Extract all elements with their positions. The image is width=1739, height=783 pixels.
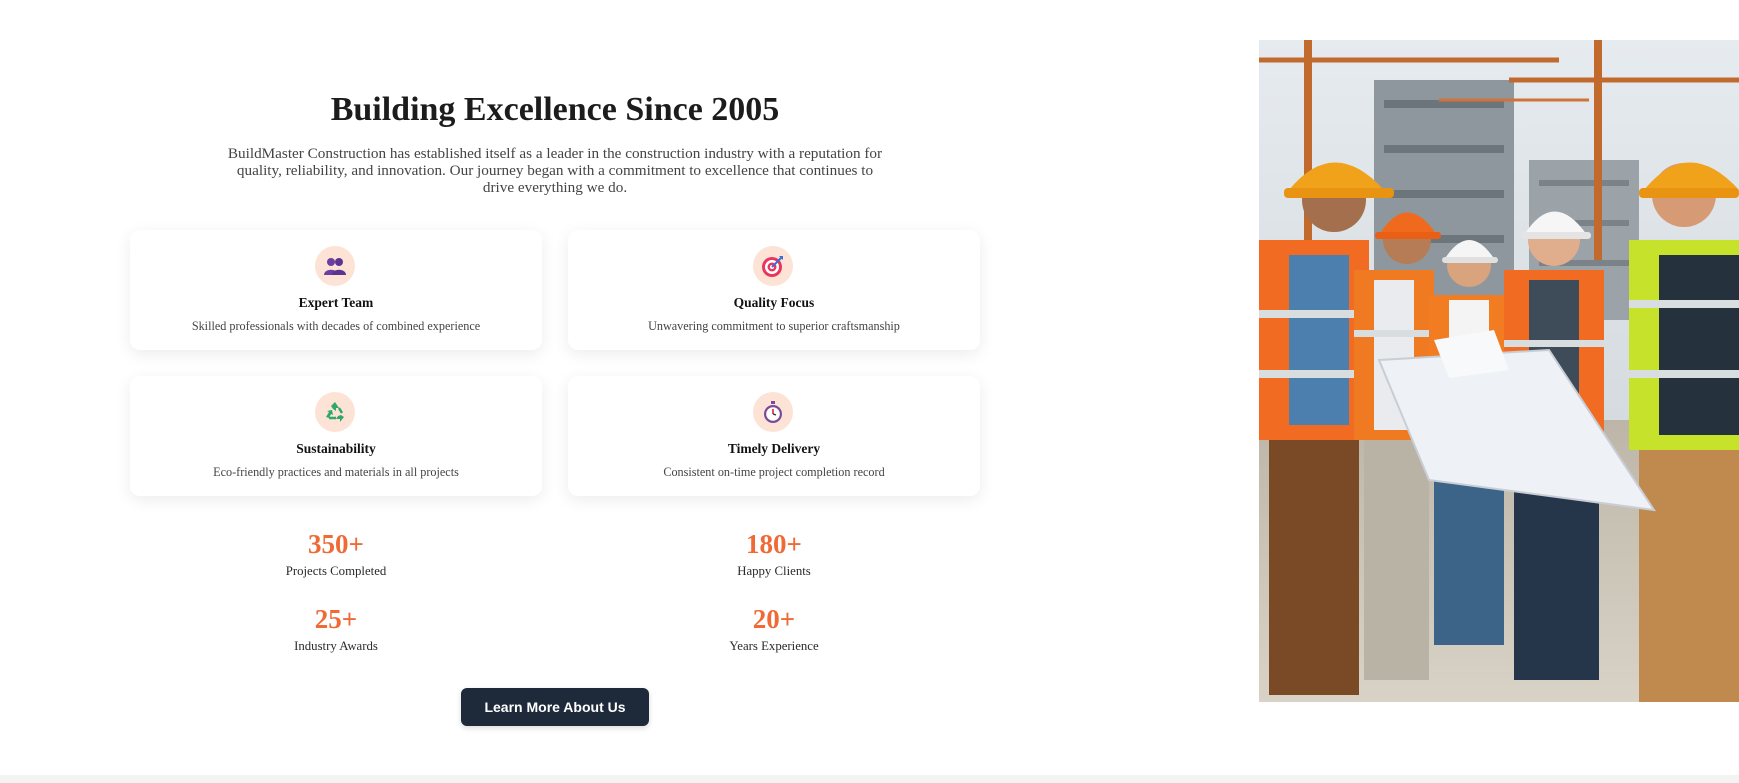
target-icon bbox=[753, 246, 793, 286]
stat-projects-completed: 350+ Projects Completed bbox=[130, 528, 542, 580]
stat-label: Industry Awards bbox=[294, 639, 378, 653]
feature-title: Expert Team bbox=[298, 295, 374, 310]
section-title: Building Excellence Since 2005 bbox=[330, 91, 780, 128]
recycle-icon bbox=[315, 392, 355, 432]
stat-value: 180+ bbox=[746, 529, 802, 559]
stat-happy-clients: 180+ Happy Clients bbox=[568, 528, 980, 580]
stat-label: Projects Completed bbox=[285, 564, 387, 578]
feature-description: Skilled professionals with decades of co… bbox=[191, 319, 481, 333]
stat-label: Years Experience bbox=[729, 639, 819, 653]
stat-label: Happy Clients bbox=[737, 564, 811, 578]
feature-card-timely-delivery: Timely Delivery Consistent on-time proje… bbox=[568, 376, 980, 496]
stopwatch-icon bbox=[753, 392, 793, 432]
stat-value: 25+ bbox=[314, 604, 358, 634]
feature-description: Unwavering commitment to superior crafts… bbox=[648, 319, 900, 333]
team-icon bbox=[315, 246, 355, 286]
feature-title: Quality Focus bbox=[733, 295, 815, 310]
stat-industry-awards: 25+ Industry Awards bbox=[130, 603, 542, 655]
learn-more-button[interactable]: Learn More About Us bbox=[461, 688, 649, 726]
feature-title: Timely Delivery bbox=[727, 441, 821, 456]
feature-title: Sustainability bbox=[296, 441, 376, 456]
construction-team-photo bbox=[1259, 40, 1739, 702]
feature-card-sustainability: Sustainability Eco-friendly practices an… bbox=[130, 376, 542, 496]
feature-card-quality-focus: Quality Focus Unwavering commitment to s… bbox=[568, 230, 980, 350]
feature-description: Consistent on-time project completion re… bbox=[663, 465, 885, 479]
feature-card-expert-team: Expert Team Skilled professionals with d… bbox=[130, 230, 542, 350]
feature-description: Eco-friendly practices and materials in … bbox=[213, 465, 459, 479]
footer-divider bbox=[0, 775, 1739, 783]
section-intro: BuildMaster Construction has established… bbox=[227, 145, 883, 196]
stat-value: 350+ bbox=[308, 529, 364, 559]
stat-years-experience: 20+ Years Experience bbox=[568, 603, 980, 655]
stat-value: 20+ bbox=[752, 604, 796, 634]
